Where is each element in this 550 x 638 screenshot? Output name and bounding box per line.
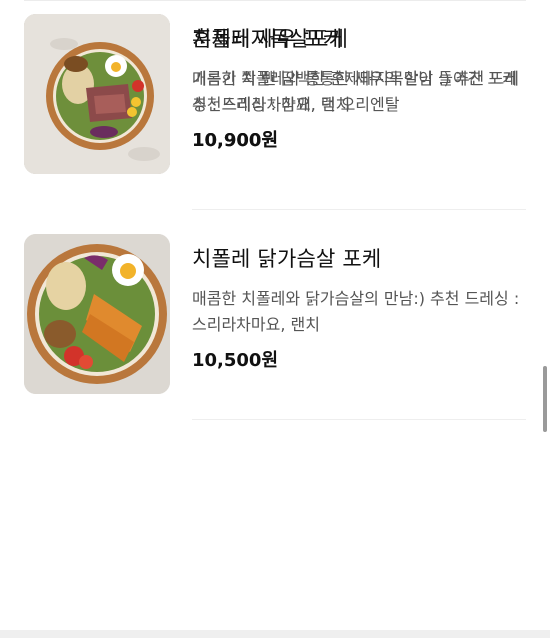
menu-item-name: 훈제돼지목살포케	[192, 27, 349, 51]
poke-bowl-pork-image	[24, 14, 170, 174]
menu-item-price: 10,500원	[192, 350, 279, 371]
poke-bowl-chicken-image	[24, 234, 170, 394]
menu-item-description: 기름기 쫙 뺀 담백한 훈제돼지목살이 들어간 포케 추천드레싱 : 참깨, 덕…	[192, 69, 517, 114]
menu-item-description: 매콤한 치폴레와 닭가슴살의 만남:) 추천 드레싱 : 스리라차마요, 랜치	[192, 289, 520, 334]
menu-list-page: 치폴레 닭가슴살 포케 매콤한 치폴레와 닭가슴살의 만남:) 추천 드레싱 :…	[0, 0, 550, 638]
menu-item-smoked-pork-neck-poke[interactable]: 훈제돼지목살포케 기름기 쫙 뺀 담백한 훈제돼지목살이 들어간 포케 추천드레…	[0, 0, 550, 180]
menu-item-chipotle-chicken-poke[interactable]: 치폴레 닭가슴살 포케 매콤한 치폴레와 닭가슴살의 만남:) 추천 드레싱 :…	[0, 220, 550, 400]
menu-item-info: 훈제돼지목살포케 기름기 쫙 뺀 담백한 훈제돼지목살이 들어간 포케 추천드레…	[192, 26, 527, 154]
menu-item-info: 치폴레 닭가슴살 포케 매콤한 치폴레와 닭가슴살의 만남:) 추천 드레싱 :…	[192, 246, 527, 374]
menu-item-price: 10,900원	[192, 130, 279, 151]
scrollbar-thumb[interactable]	[543, 366, 547, 432]
menu-item-name: 치폴레 닭가슴살 포케	[192, 247, 382, 271]
bottom-section-divider	[0, 630, 550, 638]
item-divider	[192, 209, 526, 210]
item-divider	[192, 419, 526, 420]
